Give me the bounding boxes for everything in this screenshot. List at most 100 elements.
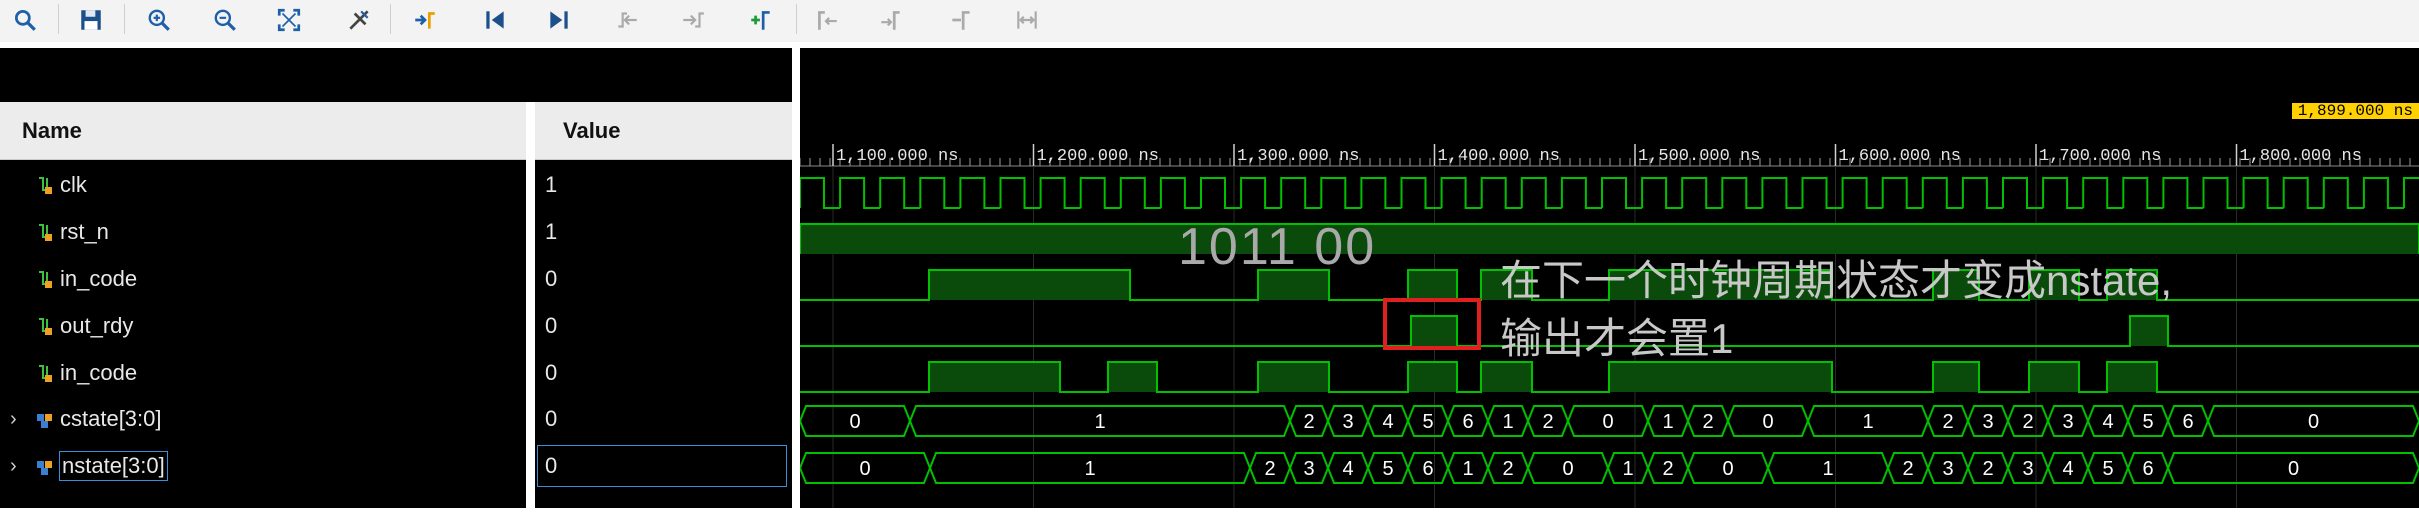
clk-pulse xyxy=(1079,177,1121,209)
name-column-label: Name xyxy=(22,117,82,143)
in-code-2-waveform-fill xyxy=(1408,362,1457,392)
cstate-bus-value: 1 xyxy=(1862,411,1873,433)
highlight-box xyxy=(1383,298,1481,350)
name-column-header[interactable]: Name xyxy=(0,102,526,160)
ruler-label: 1,300.000 ns xyxy=(1237,147,1359,166)
signal-row[interactable]: out_rdy xyxy=(36,303,133,349)
previous-marker-icon[interactable] xyxy=(810,4,844,36)
save-icon[interactable] xyxy=(74,4,108,36)
next-transition-icon[interactable] xyxy=(676,4,710,36)
signal-row[interactable]: in_code xyxy=(36,350,137,396)
next-marker-icon[interactable] xyxy=(874,4,908,36)
clk-pulse xyxy=(1881,177,1923,209)
nstate-bus-value: 3 xyxy=(1942,458,1953,480)
go-to-cursor-icon[interactable] xyxy=(408,4,442,36)
signal-row[interactable]: in_code xyxy=(36,256,137,302)
clk-pulse xyxy=(1320,177,1362,209)
clk-pulse xyxy=(1801,177,1843,209)
nstate-bus-value: 0 xyxy=(1562,458,1573,480)
zoom-fit-icon[interactable] xyxy=(272,4,306,36)
zoom-out-icon[interactable] xyxy=(208,4,242,36)
signal-row[interactable]: rst_n xyxy=(36,209,109,255)
column-splitter[interactable] xyxy=(526,102,535,508)
cstate-bus-value: 3 xyxy=(2062,411,2073,433)
clk-pulse xyxy=(1520,177,1562,209)
cstate-bus-value: 0 xyxy=(2308,411,2319,433)
clk-pulse xyxy=(2202,177,2244,209)
signal-value: 0 xyxy=(545,360,558,385)
cstate-bus-value: 0 xyxy=(849,411,860,433)
nstate-bus-value: 1 xyxy=(1622,458,1633,480)
clk-pulse xyxy=(1761,177,1803,209)
go-to-start-icon[interactable] xyxy=(478,4,512,36)
nstate-bus-value: 0 xyxy=(2288,458,2299,480)
zoom-in-icon[interactable] xyxy=(142,4,176,36)
ruler-label: 1,100.000 ns xyxy=(836,147,958,166)
swap-cursors-icon[interactable] xyxy=(944,4,978,36)
clk-pulse xyxy=(2082,177,2124,209)
nstate-bus-value: 0 xyxy=(859,458,870,480)
expand-chevron-icon[interactable]: › xyxy=(10,408,17,431)
cstate-bus-value: 0 xyxy=(1602,411,1613,433)
cstate-bus-value: 2 xyxy=(1702,411,1713,433)
value-column-label: Value xyxy=(563,117,621,143)
ruler-label: 1,800.000 ns xyxy=(2240,147,2362,166)
value-pane: Value 1 1 0 0 0 0 0 xyxy=(535,102,792,508)
cstate-bus-value: 1 xyxy=(1662,411,1673,433)
clk-pulse xyxy=(1641,177,1683,209)
cstate-bus-value: 4 xyxy=(2102,411,2113,433)
clk-pulse xyxy=(2002,177,2044,209)
rst-n-waveform-fill xyxy=(800,224,2419,254)
signal-row[interactable]: › cstate[3:0] xyxy=(10,396,162,442)
signal-name: rst_n xyxy=(60,219,109,244)
ruler-label: 1,200.000 ns xyxy=(1037,147,1159,166)
annotation-note: 在下一个时钟周期状态才变成nstate, 输出才会置1 xyxy=(1500,252,2172,368)
signal-icon xyxy=(39,318,52,335)
fit-marker-icon[interactable] xyxy=(1010,4,1044,36)
cstate-bus-value: 1 xyxy=(1502,411,1513,433)
bus-signal-icon xyxy=(37,414,52,428)
cstate-bus-value: 2 xyxy=(2022,411,2033,433)
ruler-label: 1,700.000 ns xyxy=(2039,147,2161,166)
clk-pulse xyxy=(1480,177,1522,209)
previous-transition-icon[interactable] xyxy=(610,4,644,36)
nstate-bus-value: 4 xyxy=(2062,458,2073,480)
go-to-end-icon[interactable] xyxy=(542,4,576,36)
signal-row[interactable]: › nstate[3:0] xyxy=(10,443,168,489)
signal-value: 1 xyxy=(545,172,558,197)
in-code-2-waveform-fill xyxy=(1258,362,1329,392)
value-edit-box[interactable] xyxy=(537,445,787,487)
signal-row[interactable]: clk xyxy=(36,162,87,208)
nstate-bus-value: 1 xyxy=(1462,458,1473,480)
signal-value: 0 xyxy=(545,453,558,478)
signal-name: clk xyxy=(60,172,87,197)
clk-pulse xyxy=(999,177,1041,209)
cursor-time-label: 1,899.000 ns xyxy=(2291,103,2419,119)
clk-pulse xyxy=(2403,177,2419,208)
clk-pulse xyxy=(839,177,881,209)
cstate-bus-value: 3 xyxy=(1982,411,1993,433)
nstate-bus-value: 2 xyxy=(1902,458,1913,480)
ruler-label: 1,500.000 ns xyxy=(1638,147,1760,166)
in-code-waveform-fill xyxy=(1408,270,1457,300)
nstate-bus-value: 1 xyxy=(1084,458,1095,480)
cursor-tool-icon[interactable] xyxy=(342,4,376,36)
clk-pulse xyxy=(1921,177,1963,209)
clk-pulse xyxy=(1440,177,1482,209)
add-marker-icon[interactable] xyxy=(744,4,778,36)
value-column-header[interactable]: Value xyxy=(535,102,792,160)
cstate-bus-value: 4 xyxy=(1382,411,1393,433)
clk-pulse xyxy=(1119,177,1161,209)
search-icon[interactable] xyxy=(8,4,42,36)
nstate-bus-value: 4 xyxy=(1342,458,1353,480)
clk-pulse xyxy=(919,177,961,209)
clk-pulse xyxy=(1961,177,2003,209)
pane-splitter[interactable] xyxy=(792,42,800,508)
clk-pulse xyxy=(2162,177,2204,209)
nstate-bus-value: 2 xyxy=(1662,458,1673,480)
expand-chevron-icon[interactable]: › xyxy=(10,455,17,478)
ruler-label: 1,400.000 ns xyxy=(1438,147,1560,166)
signal-icon xyxy=(39,224,52,241)
nstate-bus-value: 6 xyxy=(2142,458,2153,480)
clk-pulse xyxy=(2282,177,2324,209)
